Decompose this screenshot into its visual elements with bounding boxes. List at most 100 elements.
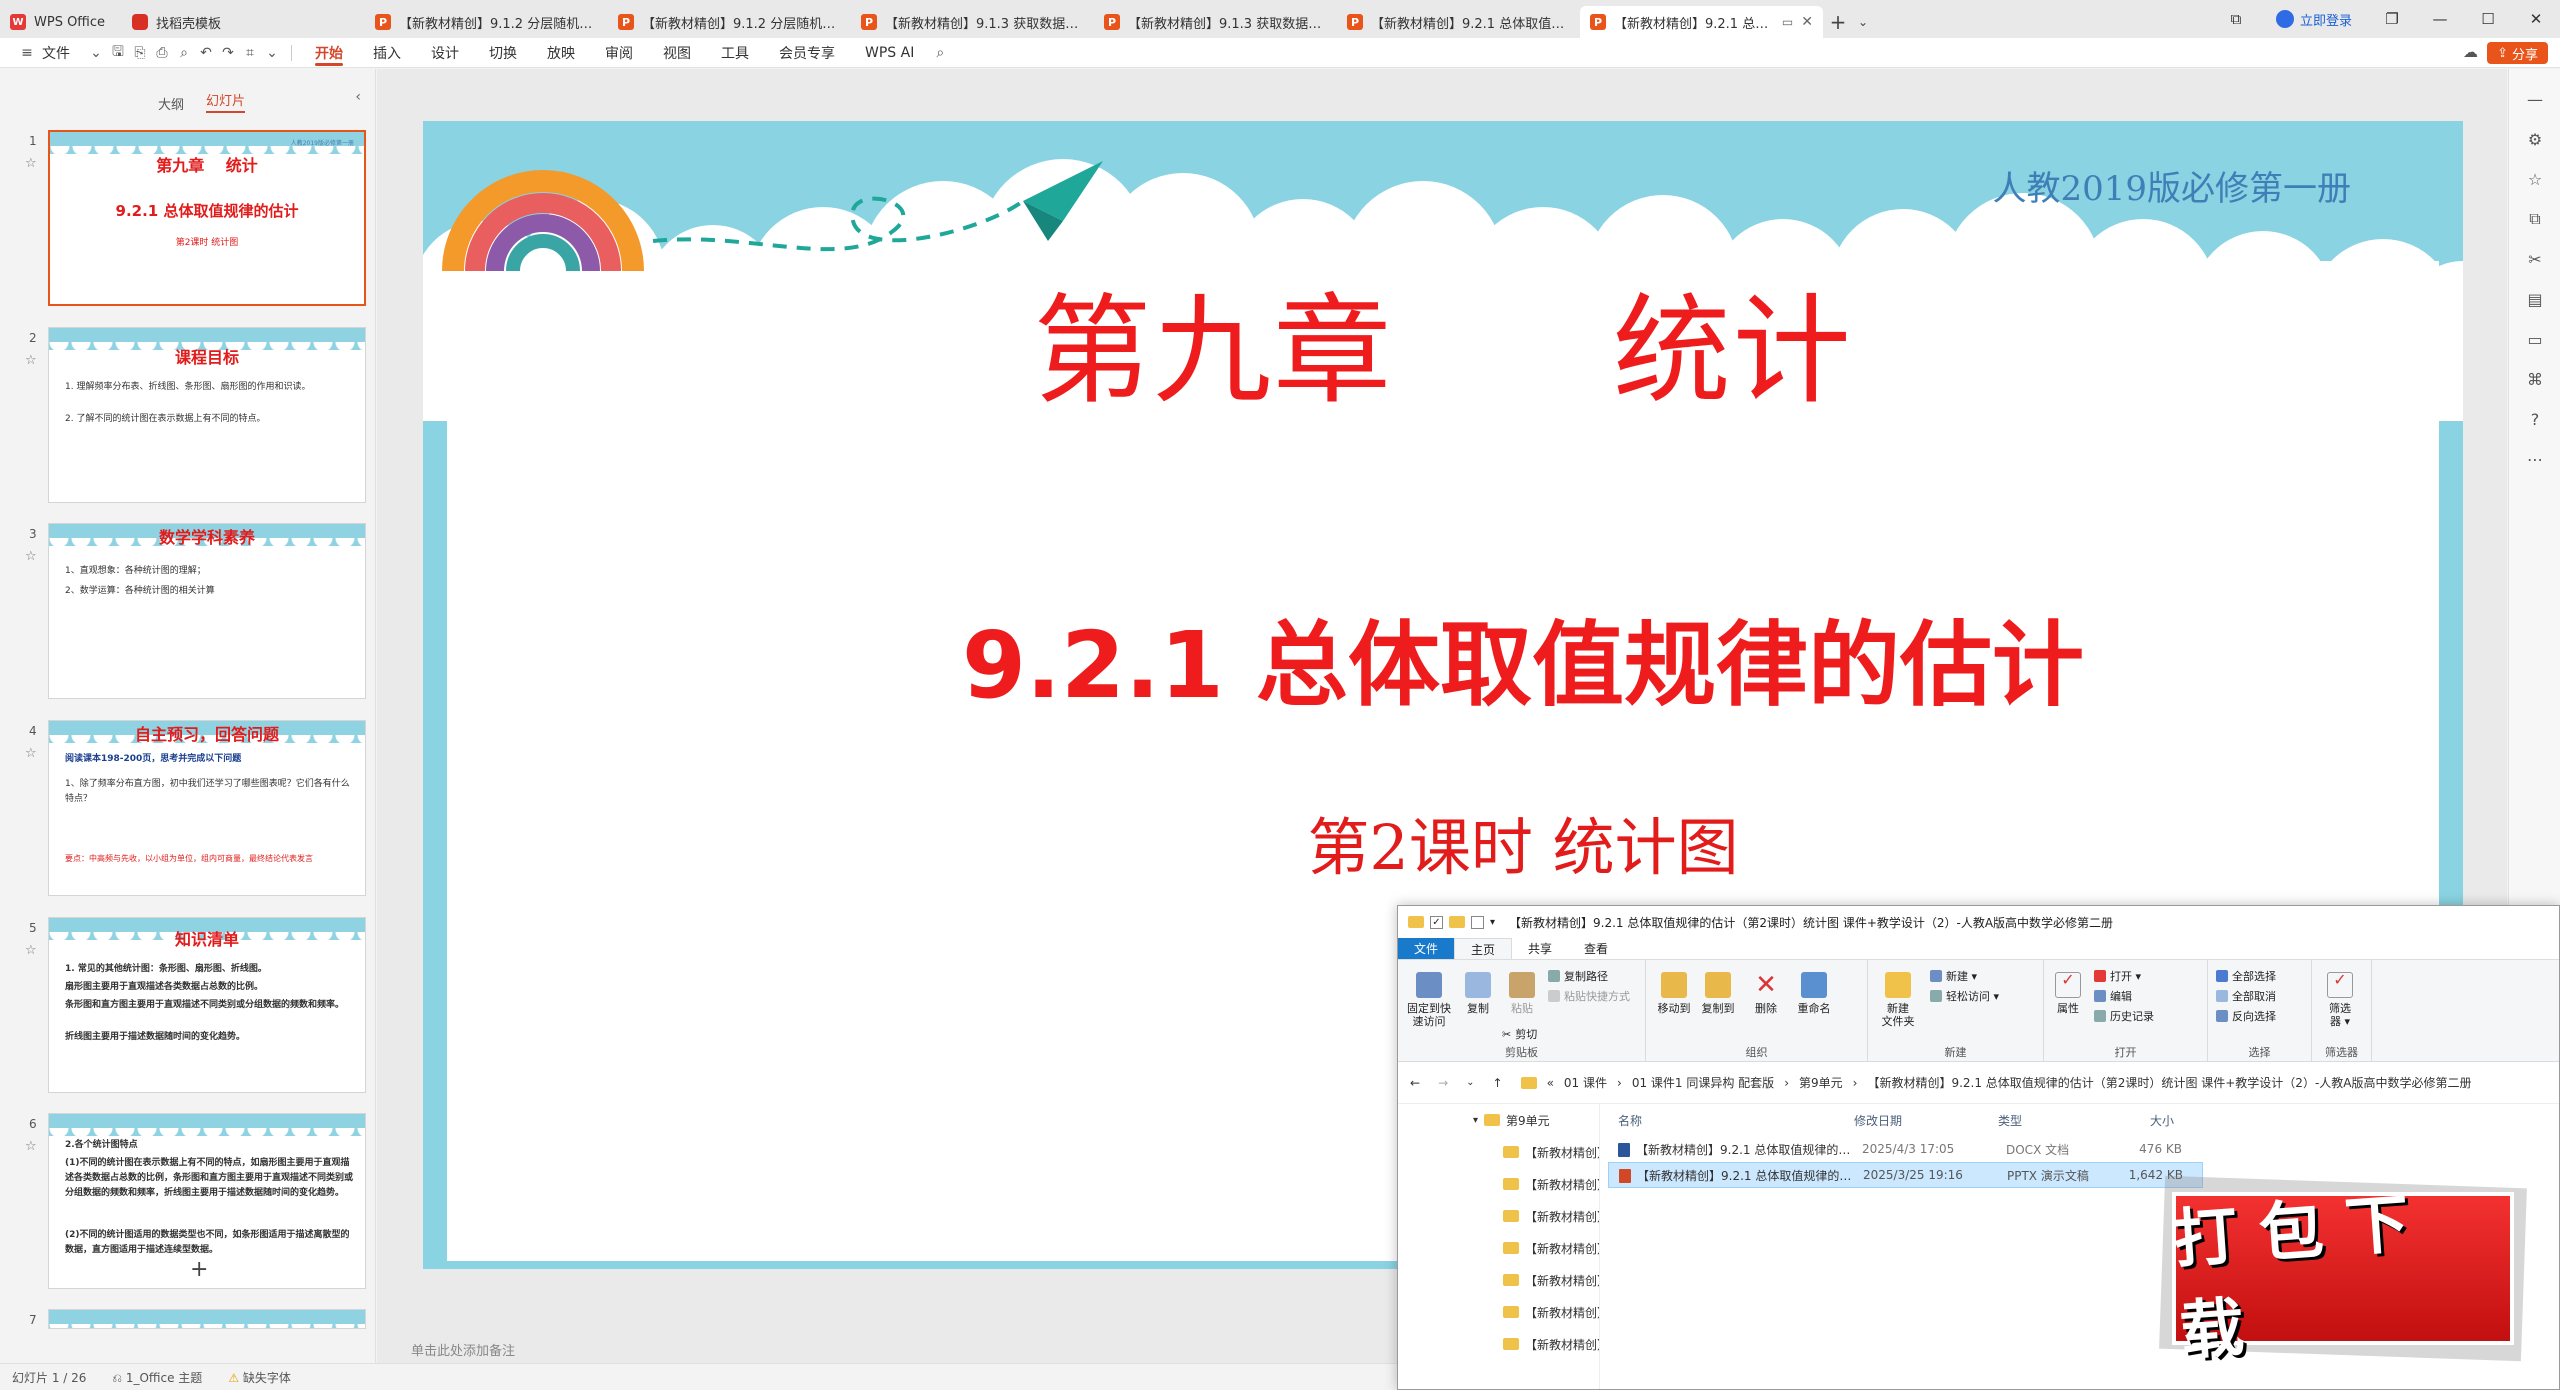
chapter-title[interactable]: 第九章 统计 (423, 255, 2463, 426)
star-icon[interactable]: ☆ (2509, 159, 2560, 199)
copy-to-button[interactable]: 复制到 (1698, 972, 1738, 1015)
save-icon[interactable]: 🖫 (107, 38, 129, 68)
star-icon[interactable]: ☆ (25, 1139, 37, 1154)
ribbon-tab-file[interactable]: 文件 (1398, 938, 1455, 959)
file-row-selected[interactable]: 【新教材精创】9.2.1 总体取值规律的估... 2025/3/25 19:16… (1608, 1162, 2203, 1188)
chevron-down-icon[interactable]: ▾ (1490, 917, 1495, 928)
tree-item[interactable]: 【新教材精创】9.2.1 总体取值规律 (1398, 1328, 1599, 1360)
delete-button[interactable]: ✕ 删除 (1746, 972, 1786, 1015)
share-button[interactable]: ⇪ 分享 (2487, 42, 2548, 64)
tab-outline[interactable]: 大纲 (158, 94, 184, 113)
new-tab-button[interactable]: + (1823, 6, 1853, 38)
tree-item[interactable]: 【新教材精创】9.1.3 获取数据的途径 (1398, 1264, 1599, 1296)
recent-locations-icon[interactable]: ⌄ (1466, 1077, 1474, 1088)
slide-thumbnail[interactable]: 数学学科素养 1、直观想象：各种统计图的理解； 2、数学运算：各种统计图的相关计… (48, 523, 366, 699)
lesson-subtitle[interactable]: 第2课时 统计图 (583, 797, 2463, 887)
restore-icon[interactable]: ❐ (2368, 0, 2416, 38)
tree-item[interactable]: 【新教材精创】9.1.1 简单随机抽样 (1398, 1168, 1599, 1200)
paste-shortcut-button[interactable]: 粘贴快捷方式 (1548, 988, 1630, 1004)
back-icon[interactable]: ← (1410, 1076, 1420, 1090)
close-window-icon[interactable]: ✕ (2512, 0, 2560, 38)
slide-thumbnail[interactable]: 人教2019版必修第一册 第九章 统计 9.2.1 总体取值规律的估计 第2课时… (48, 130, 366, 306)
column-size[interactable]: 大小 (2108, 1112, 2188, 1129)
column-name[interactable]: 名称 (1600, 1112, 1844, 1129)
redo-icon[interactable]: ↷ (217, 38, 239, 68)
lesson-title[interactable]: 9.2.1 总体取值规律的估计 (583, 591, 2463, 724)
chevron-down-icon[interactable]: ⌄ (261, 38, 283, 68)
menu-home[interactable]: 开始 (300, 38, 358, 68)
notes-placeholder[interactable]: 单击此处添加备注 (411, 1340, 515, 1359)
format-painter-icon[interactable]: ⌗ (239, 38, 261, 68)
tools-icon[interactable]: ✂ (2509, 239, 2560, 279)
tree-item[interactable]: 【新教材精创】9.1.3 获取数据的途径 (1398, 1296, 1599, 1328)
move-to-button[interactable]: 移动到 (1654, 972, 1694, 1015)
tab-document[interactable]: P 【新教材精创】9.2.1 总体取值规律 (1337, 6, 1580, 38)
export-icon[interactable]: ⎘ (129, 38, 151, 68)
column-type[interactable]: 类型 (1988, 1112, 2108, 1129)
slide-thumbnail[interactable]: 课程目标 1. 理解频率分布表、折线图、条形图、扇形图的作用和识读。 2. 了解… (48, 327, 366, 503)
tab-document[interactable]: P 【新教材精创】9.1.2 分层随机抽样 (608, 6, 851, 38)
quick-access-icon[interactable] (1471, 915, 1484, 929)
ribbon-tab-share[interactable]: 共享 (1512, 938, 1568, 959)
chevron-down-icon[interactable]: ⌄ (1853, 6, 1873, 38)
new-item-button[interactable]: 新建 ▾ (1930, 968, 1977, 984)
pin-quick-access-button[interactable]: 固定到快 速访问 (1402, 972, 1456, 1028)
file-row[interactable]: 【新教材精创】9.2.1 总体取值规律的估... 2025/4/3 17:05 … (1608, 1136, 2559, 1162)
theme-name[interactable]: ⎌ 1_Office 主题 (112, 1369, 202, 1386)
hamburger-icon[interactable]: ≡ (16, 38, 38, 68)
tree-item[interactable]: 【新教材精创】9.1.2 分层随机抽样 (1398, 1200, 1599, 1232)
path-segment[interactable]: 01 课件1 同课异构 配套版 (1632, 1074, 1774, 1091)
tab-list-icon[interactable]: ⧉ (2212, 0, 2260, 38)
star-icon[interactable]: ☆ (25, 156, 37, 171)
menu-tools[interactable]: 工具 (706, 38, 764, 68)
collapse-icon[interactable]: — (2509, 79, 2560, 119)
ribbon-tab-view[interactable]: 查看 (1568, 938, 1624, 959)
new-folder-button[interactable]: 新建 文件夹 (1874, 972, 1922, 1028)
menu-review[interactable]: 审阅 (590, 38, 648, 68)
menu-design[interactable]: 设计 (416, 38, 474, 68)
properties-button[interactable]: ✓ 属性 (2048, 972, 2088, 1015)
collapse-panel-icon[interactable]: ‹ (355, 89, 361, 105)
properties-quick-icon[interactable]: ✓ (1430, 915, 1443, 929)
path-segment[interactable]: 第9单元 (1799, 1074, 1843, 1091)
up-icon[interactable]: ↑ (1493, 1076, 1503, 1090)
tab-slides[interactable]: 幻灯片 (206, 90, 246, 113)
copy-path-button[interactable]: 复制路径 (1548, 968, 1608, 984)
tab-document[interactable]: P 【新教材精创】9.1.3 获取数据的途径 (1094, 6, 1337, 38)
slide-thumbnail[interactable]: 自主预习，回答问题 阅读课本198-200页，思考并完成以下问题 1、除了频率分… (48, 720, 366, 896)
star-icon[interactable]: ☆ (25, 943, 37, 958)
address-path[interactable]: « 01 课件 › 01 课件1 同课异构 配套版 › 第9单元 › 【新教材精… (1520, 1074, 2559, 1091)
chevron-down-icon[interactable]: ⌄ (85, 38, 107, 68)
star-icon[interactable]: ☆ (25, 746, 37, 761)
login-button[interactable]: 立即登录 (2260, 0, 2368, 38)
file-menu[interactable]: 文件 (38, 38, 85, 68)
tree-item[interactable]: ▾ 第9单元 (1398, 1104, 1599, 1136)
maximize-icon[interactable]: ☐ (2464, 0, 2512, 38)
reading-icon[interactable]: ⌘ (2509, 359, 2560, 399)
more-icon[interactable]: ⋯ (2509, 439, 2560, 479)
tab-wps-home[interactable]: W WPS Office (0, 6, 122, 38)
slide-library-icon[interactable]: ▤ (2509, 279, 2560, 319)
close-tab-icon[interactable]: ✕ (1801, 14, 1813, 30)
tab-document[interactable]: P 【新教材精创】9.1.2 分层随机抽样 (365, 6, 608, 38)
select-none-button[interactable]: 全部取消 (2216, 988, 2276, 1004)
easy-access-button[interactable]: 轻松访问 ▾ (1930, 988, 1999, 1004)
help-icon[interactable]: ? (2509, 399, 2560, 439)
template-icon[interactable]: ▭ (2509, 319, 2560, 359)
menu-insert[interactable]: 插入 (358, 38, 416, 68)
slide-thumbnail[interactable]: 知识清单 1. 常见的其他统计图：条形图、扇形图、折线图。 扇形图主要用于直观描… (48, 917, 366, 1093)
copy-button[interactable]: 复制 (1460, 972, 1496, 1015)
tab-document[interactable]: P 【新教材精创】9.1.3 获取数据的途径 (851, 6, 1094, 38)
add-slide-button[interactable]: + (190, 1257, 208, 1282)
column-date[interactable]: 修改日期 (1844, 1112, 1988, 1129)
menu-slideshow[interactable]: 放映 (532, 38, 590, 68)
tree-item[interactable]: 【新教材精创】9.1.1 简单随机抽样 (1398, 1136, 1599, 1168)
menu-wps-ai[interactable]: WPS AI (850, 38, 929, 68)
star-icon[interactable]: ☆ (25, 549, 37, 564)
monitor-icon[interactable]: ▭ (1782, 15, 1793, 29)
properties-icon[interactable]: ⚙ (2509, 119, 2560, 159)
print-preview-icon[interactable]: ⌕ (173, 38, 195, 68)
history-button[interactable]: 历史记录 (2094, 1008, 2154, 1024)
undo-icon[interactable]: ↶ (195, 38, 217, 68)
menu-transition[interactable]: 切换 (474, 38, 532, 68)
